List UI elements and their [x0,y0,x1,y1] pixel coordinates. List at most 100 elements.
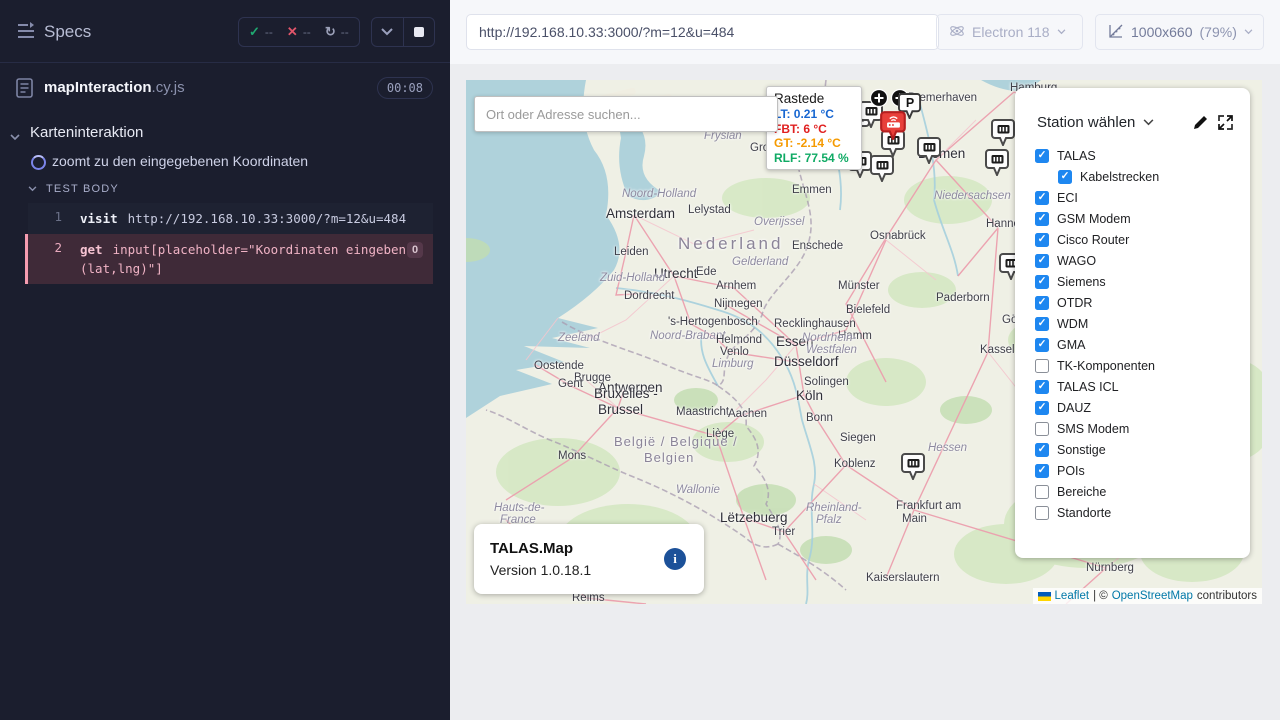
station-checkbox-label: SMS Modem [1057,422,1129,436]
test-zoomt-koordinaten[interactable]: zoomt zu den eingegebenen Koordinaten [0,153,450,173]
checkbox-checked-icon[interactable]: ✓ [1035,338,1049,352]
test-running-icon [31,155,46,170]
spec-file[interactable]: mapInteraction.cy.js 00:08 [0,76,450,106]
svg-text:P: P [906,96,914,110]
station-checkbox-standorte[interactable]: Standorte [1015,502,1250,523]
browser-select[interactable]: Electron 118 [936,14,1083,50]
command-text: visithttp://192.168.10.33:3000/?m=12&u=4… [80,209,410,228]
station-checkbox-talas-icl[interactable]: ✓TALAS ICL [1015,376,1250,397]
map-place-label: Maastricht [676,406,729,418]
map-search-input[interactable] [474,96,778,132]
station-marker-icon[interactable] [901,452,926,485]
tooltip-values: LT: 0.21 °CFBT: 6 °CGT: -2.14 °CRLF: 77.… [774,107,854,165]
info-icon[interactable]: i [664,548,686,570]
checkbox-unchecked-icon[interactable] [1035,359,1049,373]
alarm-station-marker-icon[interactable] [880,110,907,145]
station-checkbox-siemens[interactable]: ✓Siemens [1015,271,1250,292]
map-place-label: Zuid-Holland [600,272,665,284]
station-checkbox-list: ✓TALAS✓Kabelstrecken✓ECI✓GSM Modem✓Cisco… [1015,145,1250,523]
checkbox-checked-icon[interactable]: ✓ [1035,401,1049,415]
map-place-label: Nijmegen [714,298,763,310]
station-checkbox-label: WDM [1057,317,1088,331]
url-input[interactable] [466,14,939,50]
station-checkbox-gsm-modem[interactable]: ✓GSM Modem [1015,208,1250,229]
ruler-icon [1108,23,1124,42]
checkbox-checked-icon[interactable]: ✓ [1058,170,1072,184]
map-place-label: Belgien [644,450,694,465]
stop-button[interactable] [403,18,435,46]
test-body-label: TEST BODY [46,183,119,195]
station-checkbox-cisco-router[interactable]: ✓Cisco Router [1015,229,1250,250]
station-checkbox-wago[interactable]: ✓WAGO [1015,250,1250,271]
checkbox-checked-icon[interactable]: ✓ [1035,380,1049,394]
map-place-label: Trier [772,526,795,538]
station-checkbox-sms-modem[interactable]: SMS Modem [1015,418,1250,439]
map-place-label: Nordrhein- [802,332,856,344]
station-checkbox-kabelstrecken[interactable]: ✓ Kabelstrecken [1015,166,1250,187]
osm-link[interactable]: OpenStreetMap [1112,590,1193,602]
map-place-label: Gelderland [732,256,788,268]
command-row[interactable]: 1visithttp://192.168.10.33:3000/?m=12&u=… [28,203,433,234]
map-place-label: Noord-Holland [622,188,696,200]
station-checkbox-label: Bereiche [1057,485,1106,499]
x-icon: ✕ [287,24,298,40]
station-checkbox-gma[interactable]: ✓GMA [1015,334,1250,355]
viewport-select[interactable]: 1000x660 (79%) [1095,14,1264,50]
checkbox-unchecked-icon[interactable] [1035,506,1049,520]
checkbox-unchecked-icon[interactable] [1035,485,1049,499]
checkbox-checked-icon[interactable]: ✓ [1035,212,1049,226]
station-checkbox-sonstige[interactable]: ✓Sonstige [1015,439,1250,460]
specs-title: Specs [44,22,91,42]
station-checkbox-tk-komponenten[interactable]: TK-Komponenten [1015,355,1250,376]
checkbox-checked-icon[interactable]: ✓ [1035,296,1049,310]
map-place-label: Amsterdam [606,206,675,221]
station-checkbox-otdr[interactable]: ✓OTDR [1015,292,1250,313]
station-checkbox-eci[interactable]: ✓ECI [1015,187,1250,208]
map-canvas[interactable]: HamburgBremerhavenBremenNiedersachsenHan… [466,80,1262,604]
map-place-label: Wallonie [676,484,720,496]
checkbox-checked-icon[interactable]: ✓ [1035,254,1049,268]
collapse-button[interactable] [372,18,403,46]
checkbox-checked-icon[interactable]: ✓ [1035,149,1049,163]
test-body-toggle[interactable]: TEST BODY [0,181,450,199]
checkbox-checked-icon[interactable]: ✓ [1035,191,1049,205]
station-checkbox-bereiche[interactable]: Bereiche [1015,481,1250,502]
map-place-label: Köln [796,388,823,403]
map-place-label: Recklinghausen [774,318,856,330]
station-checkbox-wdm[interactable]: ✓ WDM [1015,313,1250,334]
leaflet-link[interactable]: Leaflet [1055,590,1090,602]
checkbox-checked-icon[interactable]: ✓ [1035,464,1049,478]
map-place-label: Noord-Brabant [650,330,725,342]
checkbox-unchecked-icon[interactable] [1035,422,1049,436]
station-marker-icon[interactable] [991,118,1016,151]
command-row[interactable]: 2getinput[placeholder="Koordinaten einge… [25,234,433,284]
suite-karteninteraktion[interactable]: Karteninteraktion [0,124,450,146]
station-checkbox-label: Standorte [1057,506,1111,520]
edit-icon[interactable] [1192,114,1209,131]
map-place-label: Enschede [792,240,843,252]
runner-controls [371,17,435,47]
station-checkbox-dauz[interactable]: ✓DAUZ [1015,397,1250,418]
checkbox-checked-icon[interactable]: ✓ [1035,317,1049,331]
station-marker-icon[interactable] [917,136,942,169]
station-select-label[interactable]: Station wählen [1037,114,1135,131]
chevron-down-icon[interactable] [1143,119,1154,126]
map-place-label: Helmond [716,334,762,346]
station-marker-icon[interactable] [870,154,895,187]
checkbox-checked-icon[interactable]: ✓ [1035,275,1049,289]
station-checkbox-label: Kabelstrecken [1080,170,1159,184]
checkbox-checked-icon[interactable]: ✓ [1035,233,1049,247]
tooltip-row: RLF: 77.54 % [774,151,854,166]
station-checkbox-pois[interactable]: ✓POIs [1015,460,1250,481]
map-place-label: Aachen [728,408,767,420]
station-checkbox-talas[interactable]: ✓TALAS [1015,145,1250,166]
specs-menu-icon[interactable] [16,22,36,40]
chevron-down-icon [1244,29,1253,35]
station-marker-icon[interactable] [985,148,1010,181]
map-place-label: Bruxelles - [594,386,658,401]
checkbox-checked-icon[interactable]: ✓ [1035,443,1049,457]
expand-icon[interactable] [1217,114,1234,131]
map-place-label: Nürnberg [1086,562,1134,574]
chevron-down-icon [1057,29,1066,35]
map-place-label: Osnabrück [870,230,926,242]
